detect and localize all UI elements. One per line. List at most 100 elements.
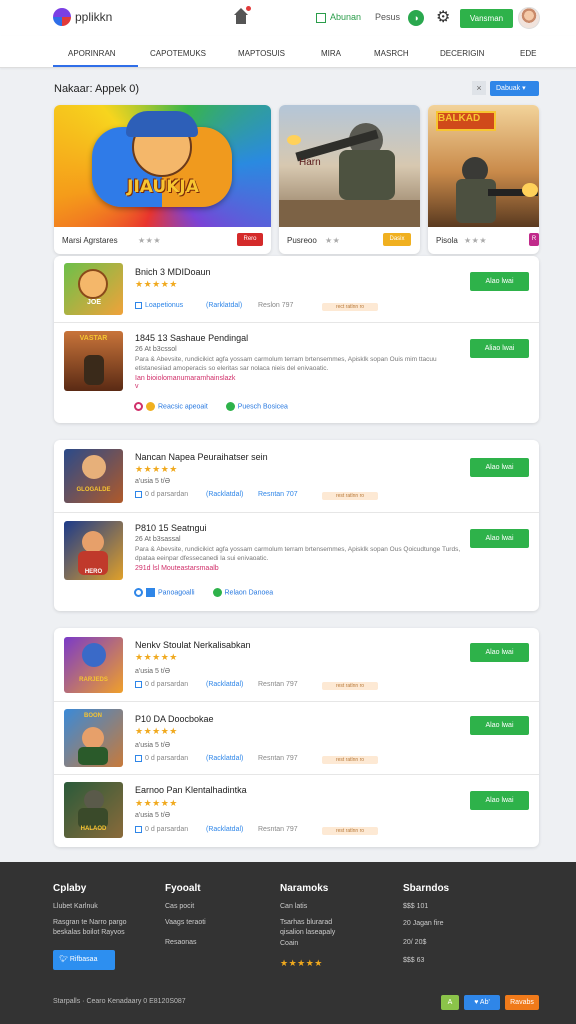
rating-stars: ★★★★★ [135, 279, 178, 289]
tab-7[interactable]: EDE [520, 49, 536, 58]
footer-link[interactable]: Cas pocit [165, 903, 194, 910]
tab-bar: APORINRAN CAPOTEMUKS MAPTOSUIS MIRA MASR… [0, 36, 576, 68]
footer-link[interactable]: $$$ 101 [403, 903, 428, 910]
checkbox-icon[interactable] [135, 755, 142, 762]
footer-link[interactable]: $$$ 63 [403, 957, 424, 964]
home-icon[interactable] [234, 6, 251, 24]
tag-label[interactable]: Puesch Bosicea [238, 403, 288, 410]
tag-label[interactable]: Relaon Danoea [225, 589, 274, 596]
footer-link[interactable]: Can latis [280, 903, 307, 910]
checkbox-icon[interactable] [135, 302, 142, 309]
tab-5[interactable]: MASRCH [374, 49, 409, 58]
featured-card-2[interactable]: Harn Pusreoo ★★ Dasix [279, 105, 420, 254]
list-item[interactable]: GLOGALDE Nancan Napea Peuraihatser sein … [54, 440, 539, 512]
featured-badge-1[interactable]: Rero [237, 233, 263, 246]
footer-link[interactable]: Resaonas [165, 939, 197, 946]
footer-link[interactable]: Tsarhas blurarad [280, 919, 332, 926]
nav-link-primary[interactable]: Abunan [330, 12, 361, 22]
footer-link[interactable]: qisalion laseapaly [280, 929, 335, 936]
store-badge-android[interactable]: A [441, 995, 459, 1010]
tab-2[interactable]: CAPOTEMUKS [150, 49, 206, 58]
checkbox-icon[interactable] [146, 588, 155, 597]
game-title[interactable]: Nancan Napea Peuraihatser sein [135, 452, 268, 462]
featured-badge-3[interactable]: R [529, 233, 539, 246]
rating-stars: ★★★★★ [135, 464, 178, 474]
tag-dot-icon [212, 588, 222, 597]
highlight-text: v [135, 383, 139, 390]
brand-name[interactable]: pplikkn [75, 10, 112, 24]
tab-4[interactable]: MIRA [321, 49, 341, 58]
featured-title-2: Pusreoo [287, 236, 317, 245]
install-button[interactable]: Alao lwai [470, 458, 529, 477]
footer-link[interactable]: Rasgran te Narro pargo [53, 919, 127, 926]
footer-col-title: Fyooalt [165, 883, 201, 894]
install-button[interactable]: Alao lwai [470, 643, 529, 662]
list-item[interactable]: HERO P810 15 Seatngui 26 At b3sassal Par… [54, 513, 539, 611]
tab-3[interactable]: MAPTOSUIS [238, 49, 285, 58]
close-icon[interactable]: × [472, 81, 486, 95]
featured-badge-2[interactable]: Dasix [383, 233, 411, 246]
game-thumbnail: VASTAR [64, 331, 123, 391]
footer-rating-stars: ★★★★★ [280, 958, 323, 968]
list-item[interactable]: JOE Bnich 3 MDIDoaun ★★★★★ Loapetionus (… [54, 256, 539, 322]
notification-dot [246, 6, 251, 11]
store-badge-social[interactable]: ♥ Ab' [464, 995, 500, 1010]
list-item[interactable]: RARJEDS Nenkv Stoulat Nerkalisabkan ★★★★… [54, 628, 539, 701]
checkbox-icon[interactable] [316, 13, 326, 23]
highlight-text: 291d lsl Mouteastarsmaalb [135, 565, 219, 572]
status-circle-icon[interactable]: ◑ [408, 10, 424, 26]
game-group-2: GLOGALDE Nancan Napea Peuraihatser sein … [54, 440, 539, 611]
game-title[interactable]: Earnoo Pan Klentalhadintka [135, 785, 247, 795]
featured-image-2: Harn [279, 105, 420, 227]
footer-link[interactable]: 20/ 20$ [403, 939, 426, 946]
featured-art-title-3: BALKAD [438, 113, 481, 124]
meta-pill: rest ratlnn ro [322, 682, 378, 690]
avatar[interactable] [518, 7, 540, 29]
rating-stars: ★★★★★ [135, 652, 178, 662]
game-title[interactable]: P810 15 Seatngui [135, 523, 207, 533]
featured-stars-1: ★★★ [138, 236, 162, 245]
list-item[interactable]: VASTAR 1845 13 Sashaue Pendingal 26 At b… [54, 323, 539, 423]
install-button[interactable]: Alao lwai [470, 529, 529, 548]
tab-1[interactable]: APORINRAN [68, 49, 116, 58]
game-title[interactable]: P10 DA Doocbokae [135, 714, 214, 724]
app-logo-icon[interactable] [53, 8, 71, 26]
meta-chip: Resntan 797 [258, 755, 298, 762]
tag-label[interactable]: Panoagoalli [158, 589, 195, 596]
featured-image-3: BALKAD [428, 105, 539, 227]
install-button[interactable]: Aliao lwai [470, 339, 529, 358]
footer-link[interactable]: 20 Jagan fire [403, 920, 443, 927]
footer: Cplaby Llubet Karlnuk Rasgran te Narro p… [0, 862, 576, 1024]
checkbox-icon[interactable] [135, 491, 142, 498]
nav-link-secondary[interactable]: Pesus [375, 12, 400, 22]
meta-pill: rest ratlnn ro [322, 756, 378, 764]
header-cta-button[interactable]: Vansman [460, 9, 513, 28]
install-button[interactable]: Alao lwai [470, 716, 529, 735]
game-title[interactable]: 1845 13 Sashaue Pendingal [135, 333, 248, 343]
list-item[interactable]: BOON P10 DA Doocbokae ★★★★★ a'usia 5 t/Ə… [54, 702, 539, 774]
tag-label[interactable]: Reacsic apeoait [158, 403, 208, 410]
game-thumbnail: HERO [64, 521, 123, 580]
meta-chip: Resntan 797 [258, 826, 298, 833]
tab-6[interactable]: DECERIGIN [440, 49, 484, 58]
list-item[interactable]: HALAOD Earnoo Pan Klentalhadintka ★★★★★ … [54, 775, 539, 847]
footer-link[interactable]: Vaags teraoti [165, 919, 206, 926]
gear-icon[interactable]: ⚙ [436, 9, 450, 27]
footer-link[interactable]: beskalas boilot Rayvos [53, 929, 125, 936]
footer-link[interactable]: Coain [280, 940, 298, 947]
install-button[interactable]: Alao lwai [470, 272, 529, 291]
featured-card-3[interactable]: BALKAD Pisola ★★★ R [428, 105, 539, 254]
game-title[interactable]: Bnich 3 MDIDoaun [135, 267, 211, 277]
game-title[interactable]: Nenkv Stoulat Nerkalisabkan [135, 640, 251, 650]
install-button[interactable]: Alao lwai [470, 791, 529, 810]
twitter-button[interactable]: 🐦︎ Rifbasaa [53, 950, 115, 970]
footer-link[interactable]: Llubet Karlnuk [53, 903, 98, 910]
game-subtitle: a'usia 5 t/Ə [135, 478, 171, 485]
checkbox-icon[interactable] [135, 681, 142, 688]
checkbox-icon[interactable] [135, 826, 142, 833]
featured-title-3: Pisola [436, 236, 458, 245]
store-badge-orange[interactable]: Ravabs [505, 995, 539, 1010]
copyright-text: Starpalls · Cearo Kenadaary 0 E8120S087 [53, 998, 186, 1005]
featured-card-1[interactable]: JIAUKJA Marsi Agrstares ★★★ Rero [54, 105, 271, 254]
sort-dropdown[interactable]: Dabuak ▾ [490, 81, 539, 96]
